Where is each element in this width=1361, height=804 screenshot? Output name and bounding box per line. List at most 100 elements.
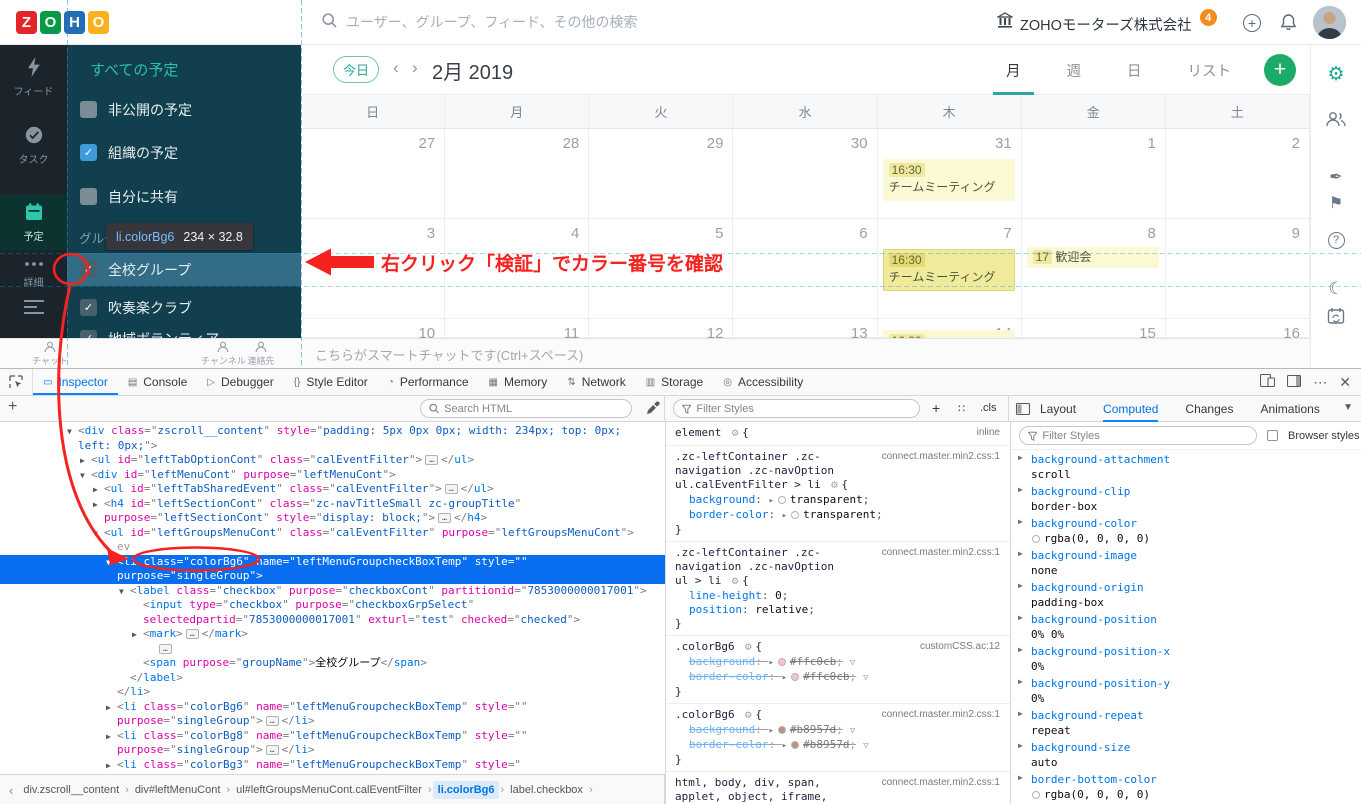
checkbox-icon[interactable] xyxy=(80,188,97,205)
rail-item[interactable]: 詳細 xyxy=(0,260,67,289)
zoho-logo[interactable]: ZOHO xyxy=(16,11,109,34)
breadcrumb-item[interactable]: ul#leftGroupsMenuCont.calEventFilter xyxy=(231,781,427,799)
org-switcher[interactable]: ZOHOモーターズ株式会社 4 xyxy=(995,9,1217,35)
ellipsis-badge[interactable]: … xyxy=(265,716,279,726)
calendar-cell[interactable]: 15 xyxy=(1021,319,1166,338)
calendar-filter-item[interactable]: ✓ 地域ボランティア xyxy=(67,322,301,338)
devtools-close-icon[interactable]: ✕ xyxy=(1339,374,1351,391)
dom-tree-line[interactable]: ▼ <label class="checkbox" purpose="checkb… xyxy=(0,584,665,599)
checkbox-icon[interactable]: ✓ xyxy=(80,299,97,316)
twisty-closed-icon[interactable]: ▶ xyxy=(106,730,111,745)
twisty-closed-icon[interactable]: ▶ xyxy=(93,498,98,513)
computed-filter-box[interactable] xyxy=(1019,426,1257,445)
expand-arrow-icon[interactable]: ▶ xyxy=(1018,453,1023,462)
search-html-input[interactable] xyxy=(444,402,623,415)
expand-arrow-icon[interactable]: ▸ xyxy=(768,726,773,736)
css-selector[interactable]: applet, object, iframe, xyxy=(675,790,1004,804)
expand-arrow-icon[interactable]: ▶ xyxy=(1018,549,1023,558)
breadcrumb-item[interactable]: div#leftMenuCont xyxy=(130,781,226,799)
calendar-cell[interactable]: 27 xyxy=(301,129,446,219)
dom-tree-line[interactable]: ▼ <div id="leftMenuCont" purpose="leftMen… xyxy=(0,468,665,483)
expand-arrow-icon[interactable]: ▶ xyxy=(1018,517,1023,526)
twisty-open-icon[interactable]: ▼ xyxy=(80,469,85,484)
css-declaration[interactable]: border-color: ▸ #ffc0cb; ▽ xyxy=(675,670,1004,685)
expand-arrow-icon[interactable]: ▸ xyxy=(782,741,787,751)
calendar-cell[interactable]: 30 xyxy=(733,129,878,219)
expand-arrow-icon[interactable]: ▶ xyxy=(1018,741,1023,750)
dom-tree-line[interactable]: purpose="singleGroup">… </li> xyxy=(0,714,665,729)
view-tab[interactable]: 週 xyxy=(1044,45,1105,95)
ink-icon[interactable]: ✒ xyxy=(1311,167,1361,186)
css-selector[interactable]: navigation .zc-navOption xyxy=(675,560,1004,574)
checkbox-icon[interactable]: ✓ xyxy=(80,144,97,161)
view-tab[interactable]: 日 xyxy=(1104,45,1165,95)
ellipsis-badge[interactable]: … xyxy=(438,513,451,523)
dock-side-icon[interactable] xyxy=(1287,374,1302,390)
calendar-event[interactable]: 16:30 xyxy=(882,330,1015,338)
rail-item[interactable]: フィード xyxy=(0,57,67,98)
rail-item[interactable]: タスク xyxy=(0,125,67,166)
stylesheet-link[interactable]: inline xyxy=(977,426,1000,440)
element-picker-icon[interactable] xyxy=(0,369,33,395)
computed-property[interactable]: ▶ background-clip border-box xyxy=(1011,482,1361,514)
calendar-cell[interactable]: 7 16:30 チームミーティング xyxy=(877,219,1022,319)
dom-tree-line[interactable]: ▶ <li class="colorBg6" name="leftMenuGrou… xyxy=(0,700,665,715)
twisty-closed-icon[interactable]: ▶ xyxy=(93,483,98,498)
color-swatch[interactable] xyxy=(791,511,800,519)
twisty-open-icon[interactable]: ▼ xyxy=(119,585,124,600)
devtools-tab[interactable]: ▤ Console xyxy=(118,369,197,395)
add-event-button[interactable]: + xyxy=(1264,54,1296,86)
calendar-cell[interactable]: 4 xyxy=(445,219,590,319)
css-selector[interactable]: ul.calEventFilter > li ⚙{ xyxy=(675,478,1004,493)
sidebar-toggle-icon[interactable] xyxy=(1015,402,1031,418)
breadcrumb-item[interactable]: div.zscroll__content xyxy=(18,781,124,799)
selector-highlighter-icon[interactable]: ⚙ xyxy=(731,429,739,439)
stylesheet-link[interactable]: connect.master.min2.css:1 xyxy=(882,546,1000,560)
calendar-cell[interactable]: 10 xyxy=(301,319,446,338)
calendar-cell[interactable]: 5 xyxy=(589,219,734,319)
dom-tree-line[interactable]: ▶ <mark>… </mark> xyxy=(0,627,665,642)
expand-arrow-icon[interactable]: ▸ xyxy=(782,673,787,683)
rules-filter-box[interactable] xyxy=(673,399,920,418)
checkbox-icon[interactable]: ✓ xyxy=(80,261,97,278)
search-input[interactable] xyxy=(346,14,776,30)
calendar-sync-icon[interactable] xyxy=(1311,307,1361,328)
twisty-open-icon[interactable]: ▼ xyxy=(67,425,72,440)
overridden-filter-icon[interactable]: ▽ xyxy=(863,741,868,751)
ellipsis-badge[interactable]: … xyxy=(185,629,199,639)
html-search-box[interactable] xyxy=(420,399,632,418)
checkbox-icon[interactable] xyxy=(80,101,97,118)
chat-tab[interactable]: 連絡先 xyxy=(239,341,283,367)
bell-icon[interactable] xyxy=(1280,13,1297,34)
css-declaration[interactable]: background: ▸ #ffc0cb; ▽ xyxy=(675,655,1004,670)
devtools-tab[interactable]: {} Style Editor xyxy=(284,369,378,395)
night-mode-icon[interactable]: ☾ xyxy=(1311,279,1361,299)
overridden-filter-icon[interactable]: ▽ xyxy=(863,673,868,683)
calendar-cell[interactable]: 3 xyxy=(301,219,446,319)
calendar-cell[interactable]: 8 17 歓迎会 xyxy=(1021,219,1166,319)
css-declaration[interactable]: border-color: ▸ transparent; xyxy=(675,508,1004,523)
checkbox-icon[interactable]: ✓ xyxy=(80,330,97,338)
chevron-down-icon[interactable]: ▼ xyxy=(1343,402,1353,413)
computed-property[interactable]: ▶ background-repeat repeat xyxy=(1011,706,1361,738)
twisty-open-icon[interactable]: ▼ xyxy=(106,556,111,571)
calendar-event[interactable]: 17 歓迎会 xyxy=(1026,247,1159,268)
dom-tree-line[interactable]: ▶ <h4 id="leftSectionCont" class="zc-navT… xyxy=(0,497,665,512)
css-selector[interactable]: inline element ⚙{ xyxy=(675,426,1004,441)
sidebar-tab[interactable]: Changes xyxy=(1185,396,1233,422)
new-node-icon[interactable]: + xyxy=(8,398,17,416)
css-selector[interactable]: connect.master.min2.css:1 .colorBg6 ⚙{ xyxy=(675,708,1004,723)
css-declaration[interactable]: background: ▸ transparent; xyxy=(675,493,1004,508)
css-selector[interactable]: connect.master.min2.css:1 .zc-leftContain… xyxy=(675,450,1004,464)
sidebar-tab[interactable]: Animations xyxy=(1260,396,1319,422)
color-swatch[interactable] xyxy=(791,741,800,749)
devtools-menu-icon[interactable]: ⋯ xyxy=(1313,374,1327,391)
expand-arrow-icon[interactable]: ▸ xyxy=(782,511,787,521)
expand-arrow-icon[interactable]: ▶ xyxy=(1018,581,1023,590)
calendar-filter-item[interactable]: ✓ 全校グループ xyxy=(67,253,301,286)
global-search[interactable] xyxy=(322,13,776,31)
twisty-closed-icon[interactable]: ▶ xyxy=(106,759,111,774)
selector-highlighter-icon[interactable]: ⚙ xyxy=(731,577,739,587)
stylesheet-link[interactable]: connect.master.min2.css:1 xyxy=(882,450,1000,464)
new-rule-icon[interactable]: + xyxy=(932,400,940,416)
